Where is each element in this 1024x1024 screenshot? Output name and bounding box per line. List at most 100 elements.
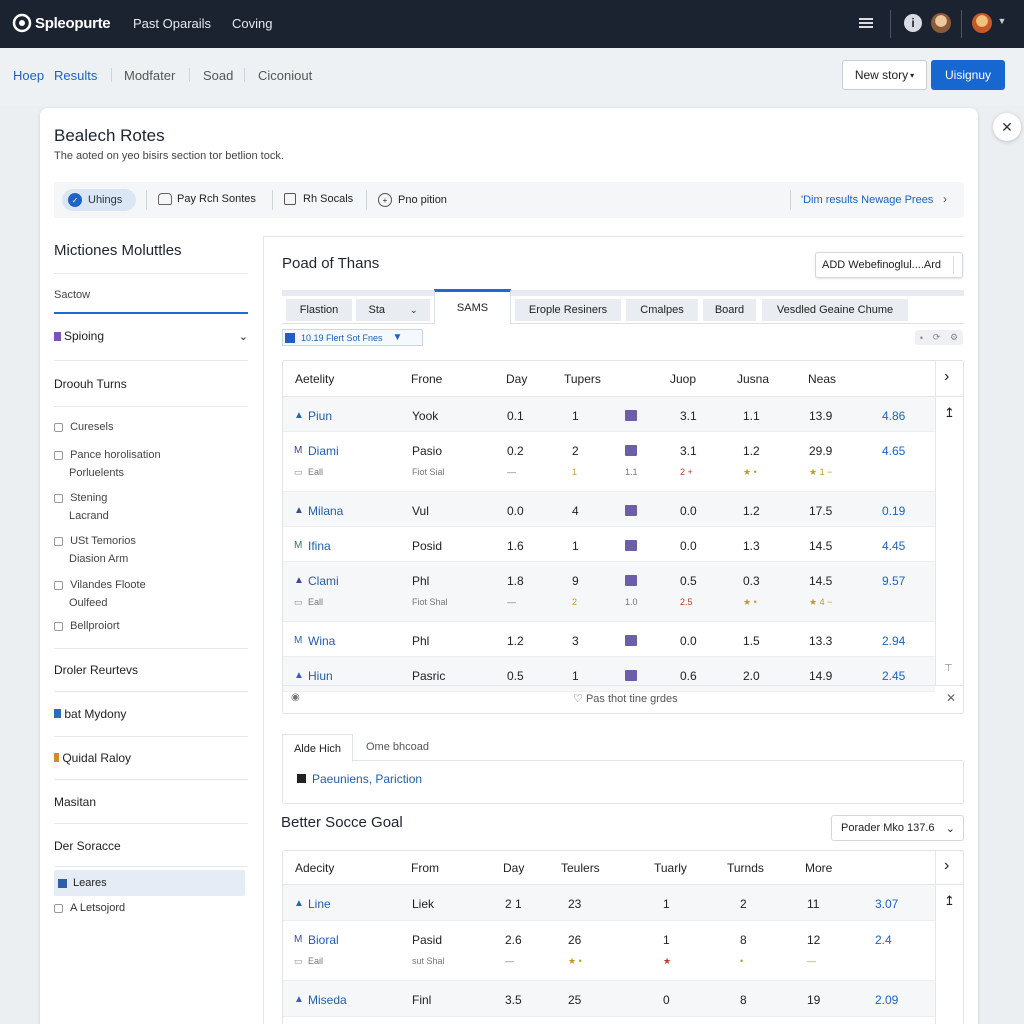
new-story-button[interactable]: New story ▾ <box>842 60 927 90</box>
cell-name[interactable]: Milana <box>308 504 343 518</box>
nav-link-2[interactable]: Coving <box>232 16 272 31</box>
section-select[interactable]: Porader Mko 137.6 ⌄ <box>831 815 964 841</box>
cell-name[interactable]: Bioral <box>308 933 339 947</box>
col-header[interactable]: Day <box>506 372 527 386</box>
breadcrumb-item-3[interactable]: Modfater <box>124 68 175 83</box>
breadcrumb-item-4[interactable]: Soad <box>203 68 233 83</box>
breadcrumb-item-5[interactable]: Ciconiout <box>258 68 312 83</box>
tab-2[interactable]: Sta ⌄ <box>356 299 430 321</box>
sidebar-dropdown[interactable]: Spioing ⌄ <box>54 329 248 343</box>
col-header[interactable]: Day <box>503 861 524 875</box>
col-header[interactable]: Turnds <box>727 861 764 875</box>
pin-icon[interactable]: ↥ <box>944 893 955 909</box>
chevron-right-icon[interactable]: › <box>944 368 949 386</box>
tab2-inactive[interactable]: Ome bhcoad <box>366 741 429 753</box>
cell-name[interactable]: Miseda <box>308 993 347 1007</box>
table-row[interactable]: ▲ Piun Yook 0.1 1 3.1 1.1 13.9 4.86 <box>283 397 935 432</box>
cell-name[interactable]: Hiun <box>308 669 333 683</box>
sidebar-check-6[interactable]: Bellproiort <box>54 620 120 632</box>
col-header[interactable]: Jusna <box>737 372 769 386</box>
cell-name[interactable]: Line <box>308 897 331 911</box>
col-header[interactable]: Teulers <box>561 861 600 875</box>
brand-logo[interactable]: Spleopurte <box>12 13 111 33</box>
content-link[interactable]: Paeuniens, Pariction <box>312 772 422 786</box>
cell-name[interactable]: Clami <box>308 574 339 588</box>
breadcrumb-results[interactable]: Results <box>54 68 97 83</box>
table-row[interactable]: ▲ Miseda Finl 3.5 25 0 8 19 2.09 <box>283 981 935 1017</box>
table-row[interactable]: M Diami Pasio 0.2 2 3.1 1.2 29.9 4.65 ▭ Eall Fiot S… <box>283 432 935 492</box>
filter-pay[interactable]: Pay Rch Sontes <box>158 193 256 205</box>
filter-select[interactable]: 10.19 Flert Sot Fnes ▼ <box>282 329 423 346</box>
scroll-down-icon[interactable]: ⊤ <box>944 663 953 674</box>
nav-link-1[interactable]: Past Oparails <box>133 16 211 31</box>
col-header[interactable]: More <box>805 861 832 875</box>
tab2-active[interactable]: Alde Hich <box>282 734 353 762</box>
sidebar-section[interactable]: Sactow <box>54 289 90 301</box>
avatar[interactable] <box>931 13 951 33</box>
chevron-right-icon[interactable]: › <box>944 857 949 875</box>
checkbox[interactable] <box>54 580 63 590</box>
add-button[interactable]: ADD Webefinoglul....Ard <box>815 252 963 278</box>
filter-chip-active[interactable]: ✓ Uhings <box>62 189 136 211</box>
sidebar-check-1[interactable]: Curesels <box>54 421 113 433</box>
sidebar-check-2[interactable]: Pance horolisation Porluelents <box>54 446 161 482</box>
tab-active[interactable]: SAMS <box>434 289 511 324</box>
menu-icon[interactable] <box>858 15 874 31</box>
checkbox[interactable] <box>54 422 63 432</box>
col-header[interactable]: Tuarly <box>654 861 687 875</box>
col-header[interactable]: Aetelity <box>295 372 334 386</box>
table-row[interactable]: ▲ Line Liek 2 1 23 1 2 11 3.07 <box>283 885 935 921</box>
table-row[interactable]: ▲ Hiun Pasric 0.5 1 0.6 2.0 14.9 2.45 <box>283 657 935 692</box>
sidebar-item-active[interactable]: Leares <box>54 870 245 896</box>
table-row[interactable]: ▲ Milana Vul 0.0 4 0.0 1.2 17.5 0.19 <box>283 492 935 527</box>
filters-link[interactable]: 'Dim results Newage Prees <box>801 194 933 206</box>
close-icon[interactable]: ✕ <box>946 691 956 705</box>
checkbox[interactable] <box>54 493 63 503</box>
sidebar-link-2[interactable]: bat Mydony <box>54 707 126 721</box>
cell-name[interactable]: Diami <box>308 444 339 458</box>
checkbox[interactable] <box>54 450 63 460</box>
sidebar-check-3[interactable]: Stening Lacrand <box>54 489 109 525</box>
table-row[interactable]: M Wina Phl 1.2 3 0.0 1.5 13.3 2.94 <box>283 622 935 657</box>
col-header[interactable]: From <box>411 861 439 875</box>
tab-1[interactable]: Flastion <box>286 299 352 321</box>
settings-icon[interactable]: ◉ <box>291 692 300 703</box>
close-icon[interactable]: ✕ <box>993 113 1021 141</box>
col-header[interactable]: Neas <box>808 372 836 386</box>
sidebar-link-4[interactable]: Masitan <box>54 795 96 809</box>
sidebar-link-3[interactable]: Quidal Raloy <box>54 751 131 765</box>
cell-name[interactable]: Piun <box>308 409 332 423</box>
filter-position[interactable]: + Pno pition <box>378 193 447 207</box>
tab-4[interactable]: Erople Resiners <box>515 299 621 321</box>
sidebar-check-4[interactable]: USt Temorios Diasion Arm <box>54 532 136 568</box>
sidebar-link-1[interactable]: Droler Reurtevs <box>54 663 138 677</box>
cell-name[interactable]: Ifina <box>308 539 331 553</box>
checkbox[interactable] <box>54 536 63 546</box>
col-header[interactable]: Juop <box>670 372 696 386</box>
info-icon[interactable]: i <box>904 14 922 32</box>
chevron-down-icon[interactable]: ▼ <box>996 14 1008 28</box>
tab-6[interactable]: Board <box>703 299 756 321</box>
view-toggle[interactable]: • ⟳ ⚙ <box>915 330 963 345</box>
cell-c7: 17.5 <box>809 504 833 518</box>
table-row[interactable]: M Bioral Pasid 2.6 26 1 8 12 2.4 ▭ Eail sut Shal — ★ … <box>283 921 935 981</box>
table-row[interactable]: ▲ Clami Phl 1.8 9 0.5 0.3 14.5 9.57 ▭ Eall Fiot Sha… <box>283 562 935 622</box>
col-header[interactable]: Frone <box>411 372 442 386</box>
primary-button[interactable]: Uisignuy <box>931 60 1005 90</box>
chevron-right-icon[interactable]: › <box>943 192 947 206</box>
sidebar-item-last[interactable]: A Letsojord <box>54 902 125 914</box>
sidebar-link-5[interactable]: Der Soracce <box>54 839 121 853</box>
checkbox[interactable] <box>54 903 63 913</box>
checkbox[interactable] <box>54 621 63 631</box>
filter-socials[interactable]: Rh Socals <box>284 193 353 205</box>
pin-icon[interactable]: ↥ <box>944 405 955 421</box>
col-header[interactable]: Tupers <box>564 372 601 386</box>
table-row[interactable]: M Ifina Posid 1.6 1 0.0 1.3 14.5 4.45 <box>283 527 935 562</box>
breadcrumb-home[interactable]: Hoep <box>13 68 44 83</box>
col-header[interactable]: Adecity <box>295 861 334 875</box>
tab-5[interactable]: Cmalpes <box>626 299 698 321</box>
user-avatar[interactable] <box>972 13 992 33</box>
sidebar-check-5[interactable]: Vilandes Floote Oulfeed <box>54 576 146 612</box>
cell-name[interactable]: Wina <box>308 634 335 648</box>
tab-7[interactable]: Vesdled Geaine Chume <box>762 299 908 321</box>
